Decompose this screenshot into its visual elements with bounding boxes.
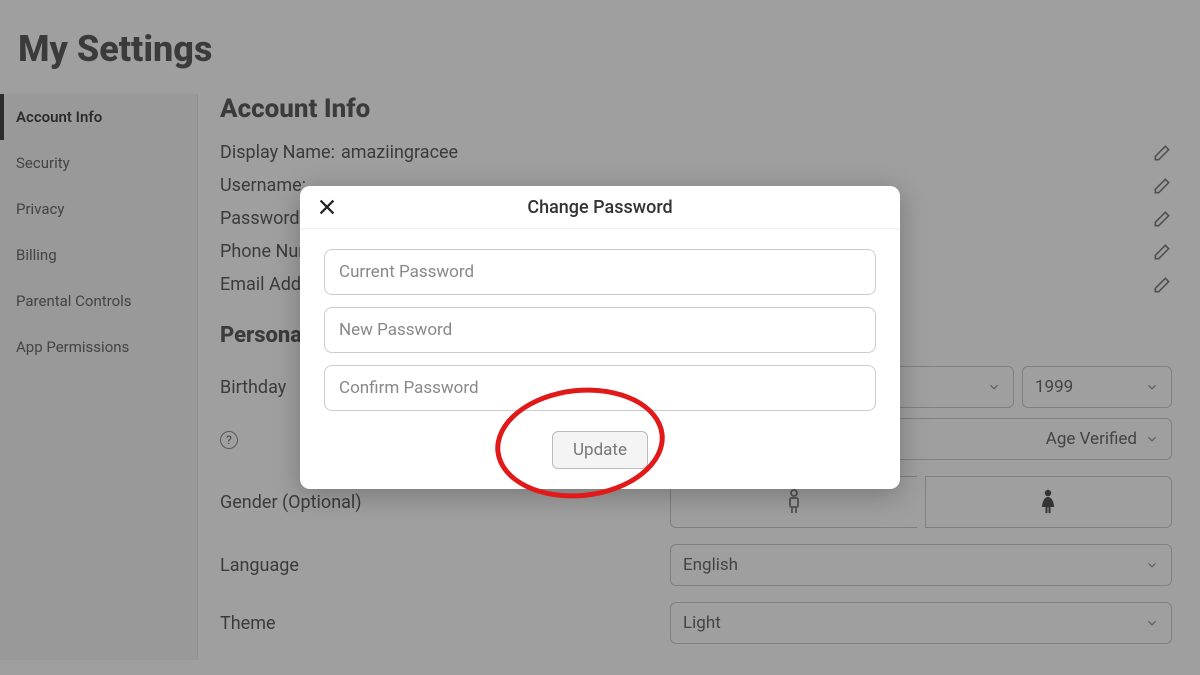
update-button[interactable]: Update — [552, 431, 648, 469]
confirm-password-input[interactable] — [324, 365, 876, 411]
new-password-input[interactable] — [324, 307, 876, 353]
change-password-modal: Change Password Update — [300, 186, 900, 489]
modal-overlay: Change Password Update — [0, 0, 1200, 675]
modal-title: Change Password — [300, 197, 900, 218]
current-password-input[interactable] — [324, 249, 876, 295]
close-icon[interactable] — [316, 196, 338, 218]
